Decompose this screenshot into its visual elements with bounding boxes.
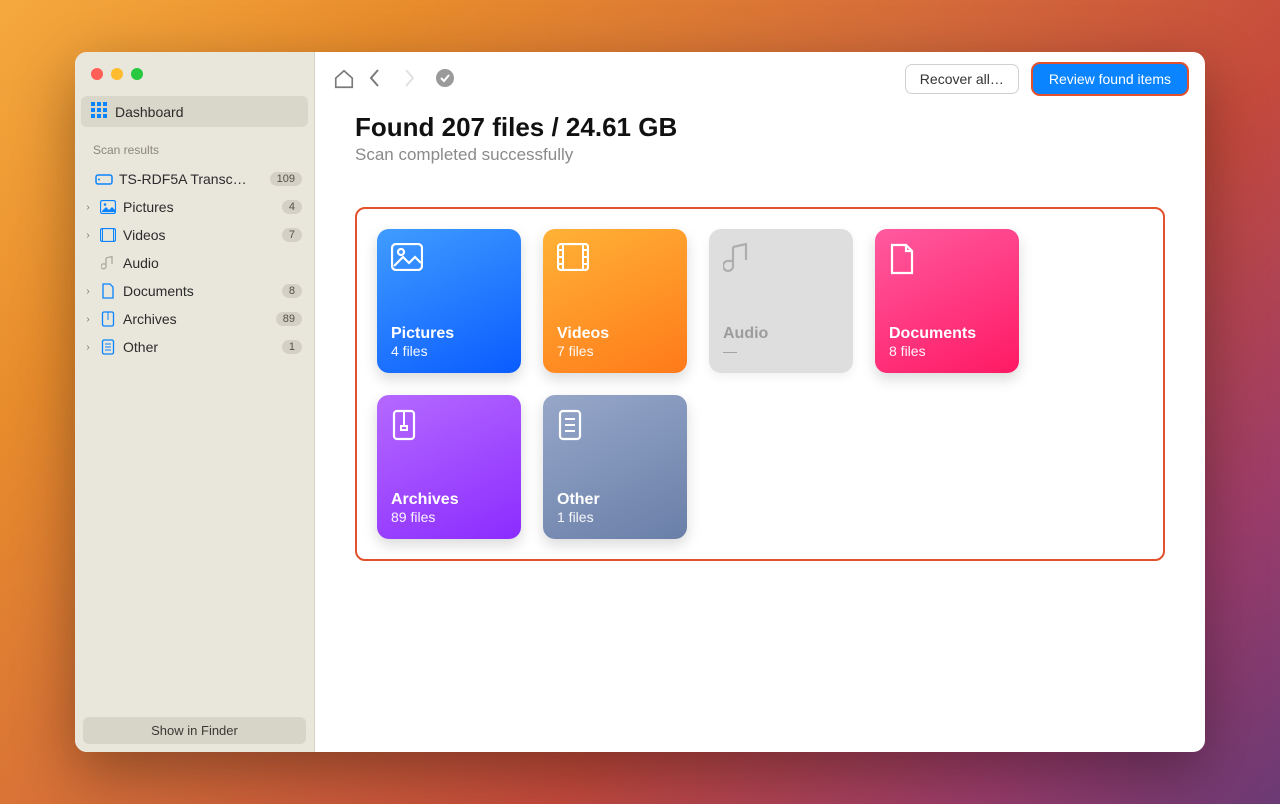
videos-icon xyxy=(557,243,589,275)
sidebar: Dashboard Scan results TS-RDF5A Transc… … xyxy=(75,52,315,752)
card-title: Documents xyxy=(889,325,1005,343)
summary-headline: Found 207 files / 24.61 GB xyxy=(355,112,1165,143)
show-in-finder-button[interactable]: Show in Finder xyxy=(83,717,306,744)
minimize-window-button[interactable] xyxy=(111,68,123,80)
chevron-right-icon[interactable]: › xyxy=(83,342,93,353)
sidebar-item-audio[interactable]: Audio xyxy=(75,249,314,277)
sidebar-item-dashboard[interactable]: Dashboard xyxy=(81,96,308,127)
scan-results-label: Scan results xyxy=(75,139,314,161)
chevron-right-icon[interactable]: › xyxy=(83,202,93,213)
other-icon xyxy=(557,409,589,441)
pictures-icon xyxy=(99,200,117,214)
dashboard-label: Dashboard xyxy=(115,104,184,120)
home-icon[interactable] xyxy=(333,68,355,90)
card-other[interactable]: Other 1 files xyxy=(543,395,687,539)
forward-button[interactable] xyxy=(401,68,423,90)
category-cards-grid: Pictures 4 files Videos 7 files xyxy=(377,229,1143,539)
audio-icon xyxy=(723,243,755,275)
sidebar-item-other[interactable]: › Other 1 xyxy=(75,333,314,361)
pictures-icon xyxy=(391,243,423,275)
device-count: 109 xyxy=(270,172,302,186)
review-found-items-button[interactable]: Review found items xyxy=(1033,64,1187,94)
chevron-right-icon[interactable]: › xyxy=(83,314,93,325)
scan-results-tree: TS-RDF5A Transc… 109 › Pictures 4 › Vide… xyxy=(75,161,314,709)
documents-icon xyxy=(99,283,117,299)
sidebar-item-pictures[interactable]: › Pictures 4 xyxy=(75,193,314,221)
card-pictures[interactable]: Pictures 4 files xyxy=(377,229,521,373)
card-title: Other xyxy=(557,491,673,509)
card-subtitle: 89 files xyxy=(391,509,507,525)
card-subtitle: 1 files xyxy=(557,509,673,525)
content-area: Found 207 files / 24.61 GB Scan complete… xyxy=(315,106,1205,585)
card-subtitle: 8 files xyxy=(889,343,1005,359)
archives-icon xyxy=(391,409,423,441)
card-videos[interactable]: Videos 7 files xyxy=(543,229,687,373)
card-subtitle: 4 files xyxy=(391,343,507,359)
card-subtitle: 7 files xyxy=(557,343,673,359)
archives-icon xyxy=(99,311,117,327)
sidebar-item-documents[interactable]: › Documents 8 xyxy=(75,277,314,305)
drive-icon xyxy=(95,172,113,186)
card-audio: Audio — xyxy=(709,229,853,373)
card-title: Videos xyxy=(557,325,673,343)
device-row[interactable]: TS-RDF5A Transc… 109 xyxy=(75,165,314,193)
checkmark-icon[interactable] xyxy=(435,68,457,90)
chevron-right-icon[interactable]: › xyxy=(83,230,93,241)
card-title: Archives xyxy=(391,491,507,509)
videos-icon xyxy=(99,228,117,242)
card-subtitle: — xyxy=(723,343,839,359)
app-window: Dashboard Scan results TS-RDF5A Transc… … xyxy=(75,52,1205,752)
card-title: Pictures xyxy=(391,325,507,343)
card-archives[interactable]: Archives 89 files xyxy=(377,395,521,539)
card-documents[interactable]: Documents 8 files xyxy=(875,229,1019,373)
toolbar: Recover all… Review found items xyxy=(315,52,1205,106)
summary-subline: Scan completed successfully xyxy=(355,145,1165,165)
sidebar-item-archives[interactable]: › Archives 89 xyxy=(75,305,314,333)
chevron-right-icon[interactable]: › xyxy=(83,286,93,297)
back-button[interactable] xyxy=(367,68,389,90)
dashboard-icon xyxy=(91,102,107,121)
main-panel: Recover all… Review found items Found 20… xyxy=(315,52,1205,752)
documents-icon xyxy=(889,243,921,275)
maximize-window-button[interactable] xyxy=(131,68,143,80)
audio-icon xyxy=(99,256,117,270)
device-name: TS-RDF5A Transc… xyxy=(119,171,264,187)
other-icon xyxy=(99,339,117,355)
close-window-button[interactable] xyxy=(91,68,103,80)
card-title: Audio xyxy=(723,325,839,343)
window-controls xyxy=(75,52,314,92)
sidebar-item-videos[interactable]: › Videos 7 xyxy=(75,221,314,249)
recover-all-button[interactable]: Recover all… xyxy=(905,64,1019,94)
category-cards-frame: Pictures 4 files Videos 7 files xyxy=(355,207,1165,561)
